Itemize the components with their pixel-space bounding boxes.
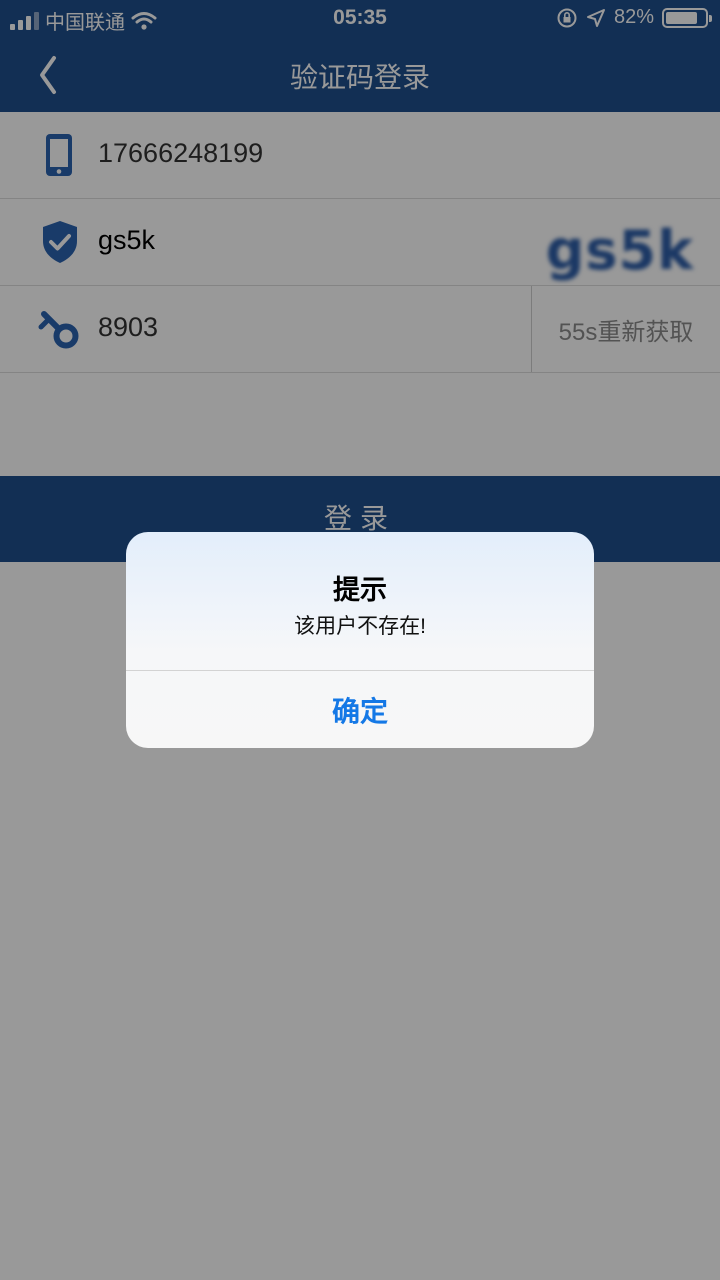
confirm-button[interactable]: 确定 <box>126 671 594 748</box>
dialog-message: 该用户不存在! <box>294 615 426 638</box>
dialog-title: 提示 <box>333 575 387 605</box>
alert-dialog: 提示 该用户不存在! 确定 <box>126 532 594 748</box>
